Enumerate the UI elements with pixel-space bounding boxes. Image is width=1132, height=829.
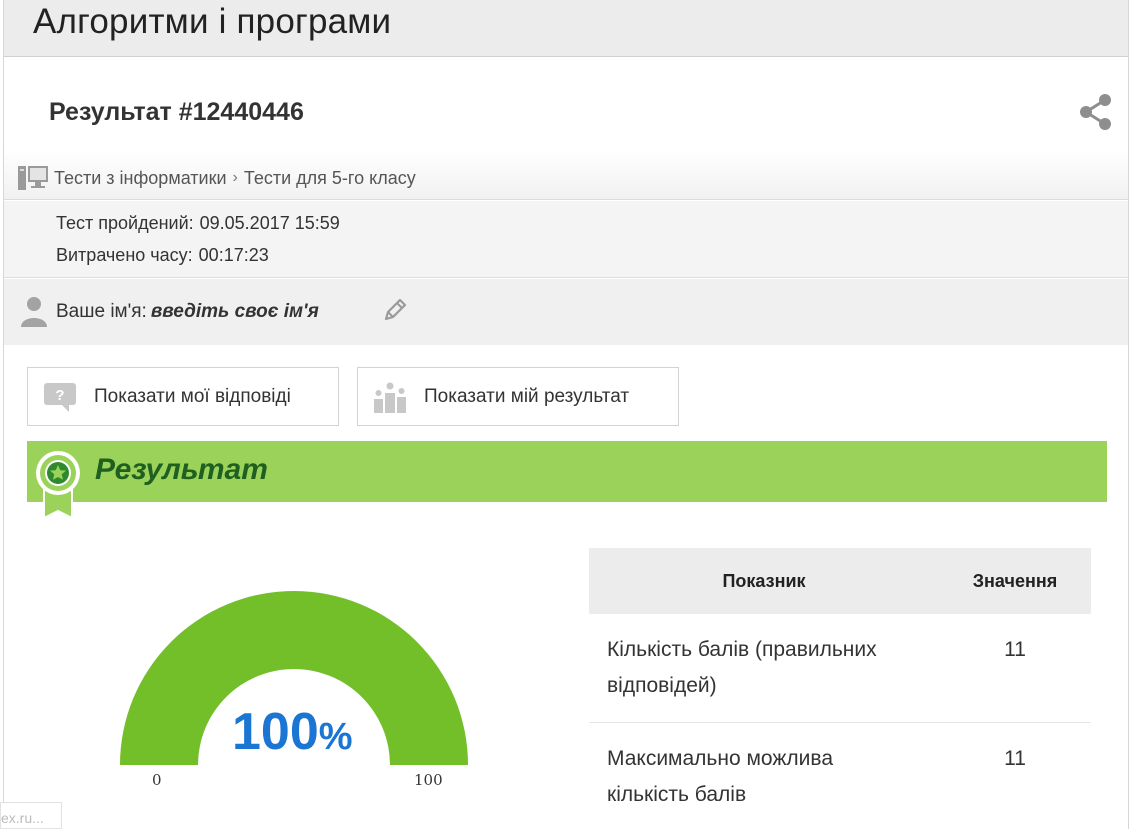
table-row: Максимально можлива кількість балів 11 xyxy=(589,722,1091,829)
row-value: 11 xyxy=(939,722,1091,829)
test-passed-row: Тест пройдений: 09.05.2017 15:59 xyxy=(56,213,340,234)
podium-icon xyxy=(374,382,406,413)
chevron-right-icon: › xyxy=(232,169,238,186)
share-icon[interactable] xyxy=(1078,92,1114,132)
results-table: Показник Значення Кількість балів (прави… xyxy=(589,548,1091,829)
table-row: Кількість балів (правильних відповідей) … xyxy=(589,614,1091,723)
user-name-bar: Ваше ім'я: введіть своє ім'я xyxy=(4,279,1128,345)
row-label: Кількість балів (правильних відповідей) xyxy=(589,614,939,723)
page-frame: Алгоритми і програми Результат #12440446… xyxy=(3,0,1129,829)
result-title: Результат #12440446 xyxy=(49,98,304,126)
gauge-max-label: 100 xyxy=(414,771,443,789)
time-spent-row: Витрачено часу: 00:17:23 xyxy=(56,245,269,266)
result-banner-title: Результат xyxy=(95,453,268,486)
time-spent-label: Витрачено часу: xyxy=(56,245,193,265)
pencil-icon[interactable] xyxy=(381,296,409,324)
test-passed-label: Тест пройдений: xyxy=(56,213,194,233)
show-result-button[interactable]: Показати мій результат xyxy=(357,367,679,426)
result-banner: Результат xyxy=(27,441,1107,502)
breadcrumb: Тести з інформатики › Тести для 5-го кла… xyxy=(18,164,416,192)
gauge-value-number: 100 xyxy=(232,703,319,761)
computer-icon xyxy=(18,166,48,190)
test-info: Тест пройдений: 09.05.2017 15:59 Витрачен… xyxy=(4,201,1128,278)
breadcrumb-item-informatics[interactable]: Тести з інформатики xyxy=(54,168,227,189)
breadcrumb-bar: Тести з інформатики › Тести для 5-го кла… xyxy=(4,150,1128,200)
question-bubble-icon: ? xyxy=(44,382,76,412)
breadcrumb-item-grade5[interactable]: Тести для 5-го класу xyxy=(244,168,416,189)
svg-text:?: ? xyxy=(55,387,64,404)
top-bar: Алгоритми і програми xyxy=(4,0,1128,57)
user-name-label: Ваше ім'я: xyxy=(56,301,147,322)
show-answers-button[interactable]: ? Показати мої відповіді xyxy=(27,367,339,426)
test-passed-value: 09.05.2017 15:59 xyxy=(199,213,340,233)
score-gauge xyxy=(120,591,468,765)
award-badge-icon xyxy=(36,451,80,520)
time-spent-value: 00:17:23 xyxy=(198,245,269,265)
column-header-value: Значення xyxy=(939,548,1091,614)
column-header-indicator: Показник xyxy=(589,548,939,614)
user-name-input[interactable]: введіть своє ім'я xyxy=(151,301,319,322)
user-name-field: Ваше ім'я: введіть своє ім'я xyxy=(56,301,319,323)
page-title: Алгоритми і програми xyxy=(33,2,392,41)
user-icon xyxy=(21,297,47,327)
row-label: Максимально можлива кількість балів xyxy=(589,722,939,829)
status-url-fragment: ex.ru... xyxy=(0,802,62,829)
table-header-row: Показник Значення xyxy=(589,548,1091,614)
row-value: 11 xyxy=(939,614,1091,723)
gauge-value: 100% xyxy=(232,702,353,762)
show-result-label: Показати мій результат xyxy=(424,385,630,407)
show-answers-label: Показати мої відповіді xyxy=(94,385,291,407)
gauge-value-unit: % xyxy=(318,716,353,758)
gauge-min-label: 0 xyxy=(152,771,162,789)
